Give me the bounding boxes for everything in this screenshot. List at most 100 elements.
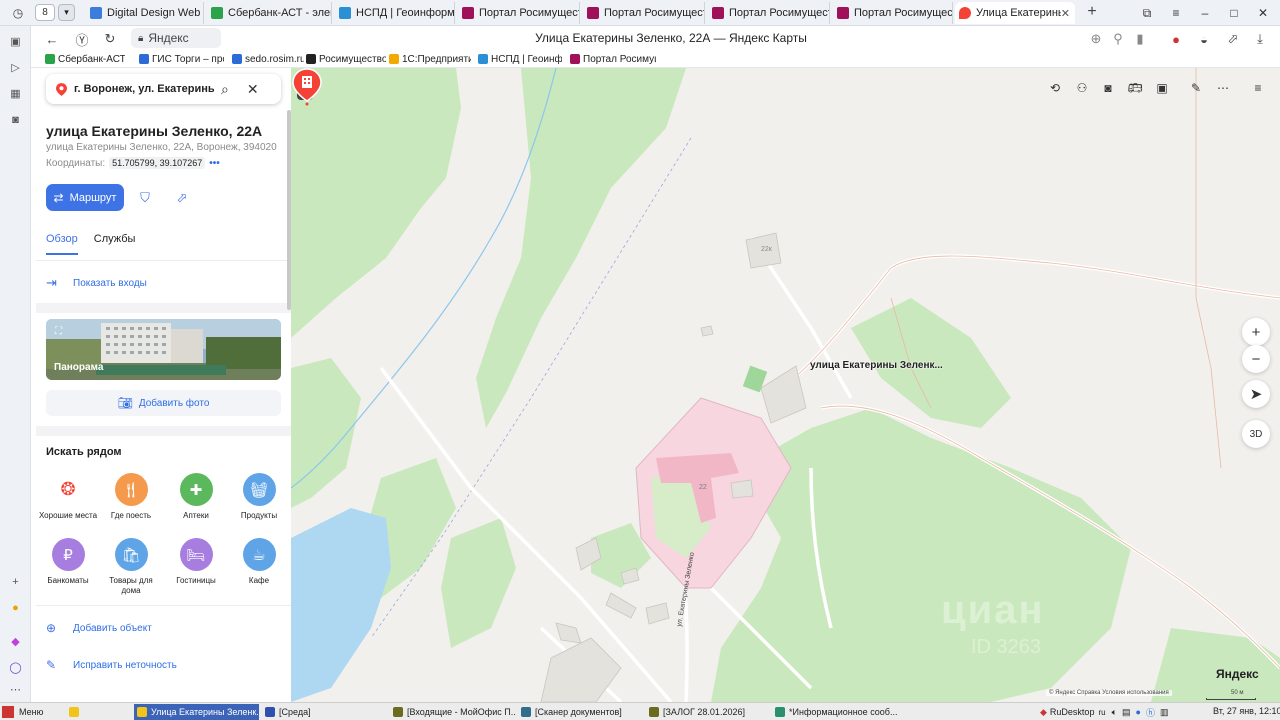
map-menu-icon[interactable]: ≡ [1247, 79, 1269, 97]
bookmark-manager-icon[interactable]: ⧉ [1136, 3, 1158, 23]
system-clock[interactable]: Вт, 27 янв, 12:10 [1213, 706, 1280, 716]
new-tab-plus-icon[interactable]: + [1083, 3, 1101, 21]
tab-overview[interactable]: Обзор [46, 233, 78, 255]
3d-toggle-button[interactable]: 3D [1242, 420, 1270, 448]
coordinates-value[interactable]: 51.705799, 39.107267 [109, 157, 206, 169]
category-hotels[interactable]: 🛏︎ Гостиницы [164, 538, 228, 586]
network-icon[interactable]: ▤ [1122, 707, 1131, 718]
tab-count-badge[interactable]: 8 [35, 4, 55, 21]
taskbar-item-maps[interactable]: Улица Екатерины Зеленк... [134, 704, 259, 720]
more-dots-icon[interactable]: ⋯ [6, 680, 25, 699]
maximize-icon[interactable]: □ [1223, 3, 1245, 23]
tab-digital-design[interactable]: Digital Design Web Clie [86, 2, 204, 24]
taskbar-item-info[interactable]: *Информационное сооб... [772, 704, 897, 720]
category-food[interactable]: 🍴︎ Где поесть [99, 473, 163, 521]
taskbar-item-inbox[interactable]: [Входящие - МойОфис П... [390, 704, 515, 720]
category-atm[interactable]: ₽ Банкоматы [36, 538, 100, 586]
tab-rosim-3[interactable]: Портал Росимущества [708, 2, 830, 24]
close-window-icon[interactable]: ✕ [1252, 3, 1274, 23]
search-icon[interactable]: ⌕ [221, 81, 229, 98]
tab-rosim-1[interactable]: Портал Росимущества [458, 2, 580, 24]
keyboard-layout[interactable]: ru [1098, 708, 1105, 717]
counter-icon[interactable]: ▦ [6, 84, 25, 103]
bookmark-nspd[interactable]: НСПД | Геоинфо [478, 52, 562, 66]
bookmark-portal[interactable]: Портал Росимущ [570, 52, 656, 66]
tray-label[interactable]: RuDesktop [1050, 707, 1095, 717]
bookmark-1c[interactable]: 1С:Предприятие [389, 52, 471, 66]
search-input[interactable] [74, 83, 214, 95]
translate-icon[interactable]: ⊕ [1087, 30, 1105, 48]
bookmark-gis-torgi[interactable]: ГИС Торги – прод [139, 52, 224, 66]
category-cafe[interactable]: ☕︎ Кафе [227, 538, 291, 586]
category-groceries[interactable]: 🧺︎ Продукты [227, 473, 291, 521]
address-bar[interactable]: 🔒︎ Яндекс [131, 28, 221, 48]
bookmark-sedo[interactable]: sedo.rosim.ru [232, 52, 304, 66]
ruler-icon[interactable]: ✎ [1185, 79, 1207, 97]
panorama-layer-icon[interactable]: ▣ [1151, 79, 1173, 97]
selected-place-label[interactable]: улица Екатерины Зеленк... [810, 360, 943, 371]
taskbar-browser-launcher[interactable] [66, 704, 86, 720]
bookmark-rosim[interactable]: Росимущество [306, 52, 386, 66]
bookmark-button[interactable]: ⛉ [131, 184, 159, 211]
my-location-button[interactable]: ➤ [1242, 380, 1270, 408]
category-pharmacy[interactable]: ✚ Аптеки [164, 473, 228, 521]
share-icon[interactable]: ⬀ [1224, 30, 1242, 48]
zoom-out-button[interactable]: − [1242, 345, 1270, 373]
profile-icon[interactable]: ● [1167, 30, 1185, 48]
download-icon[interactable]: ⤓ [1251, 30, 1269, 48]
selected-place-pin-icon[interactable] [291, 68, 323, 106]
transit-icon[interactable]: 🚌︎ [1124, 79, 1146, 97]
fix-error-link[interactable]: ✎ Исправить неточность [46, 658, 177, 672]
hp-icon[interactable]: ⓗ [1146, 706, 1155, 719]
messenger-icon[interactable]: ◆ [6, 632, 25, 651]
tab-nspd[interactable]: НСПД | Геоинформац [335, 2, 455, 24]
play-icon[interactable]: ▷ [6, 58, 25, 77]
reload-icon[interactable]: ↻ [101, 30, 119, 48]
taskbar-item-scanner[interactable]: [Сканер документов] [518, 704, 643, 720]
more-dots-icon[interactable]: ••• [209, 158, 220, 169]
location-icon[interactable]: ⚲ [1109, 30, 1127, 48]
more-tools-icon[interactable]: ⋯ [1212, 79, 1234, 97]
shield-icon[interactable]: ◒ [1195, 30, 1213, 48]
close-tab-icon[interactable]: ✕ [1061, 7, 1070, 20]
volume-icon[interactable]: 🔈︎ [1112, 707, 1117, 718]
minimize-icon[interactable]: – [1194, 3, 1216, 23]
menu-icon[interactable]: ≡ [1165, 3, 1187, 23]
route-button[interactable]: ⇄ Маршрут [46, 184, 124, 211]
tab-rosim-4[interactable]: Портал Росимущества [833, 2, 953, 24]
tab-services[interactable]: Службы [94, 233, 136, 255]
yandex-y-icon[interactable]: Ⓨ [73, 30, 91, 48]
map-footer-links[interactable]: © Яндекс Справка Условия использования [1046, 690, 1172, 696]
tab-sberbank-ast[interactable]: Сбербанк-АСТ - элект [207, 2, 332, 24]
tray-more-icon[interactable]: ▥ [1160, 707, 1169, 718]
tabs-dropdown-chevron-icon[interactable]: ▾ [58, 4, 75, 21]
tab-rosim-2[interactable]: Портал Росимущества [583, 2, 705, 24]
tab-yandex-maps-active[interactable]: Улица Екатерины Зе ✕ [955, 2, 1075, 24]
camera-icon[interactable]: ◙ [1097, 79, 1119, 97]
taskbar-item-zalog[interactable]: [ЗАЛОГ 28.01.2026] [646, 704, 771, 720]
clear-search-icon[interactable]: ✕ [247, 81, 259, 98]
back-arrow-icon[interactable]: ← [43, 30, 61, 48]
zoom-in-button[interactable]: + [1242, 318, 1270, 346]
category-home-goods[interactable]: 🛍︎ Товары для дома [99, 538, 163, 596]
panorama-photo[interactable]: ⛶ Панорама [46, 319, 281, 380]
collections-icon[interactable]: ▣ [6, 32, 25, 51]
taskbar-item-sreda[interactable]: [Среда] [262, 704, 387, 720]
layers-icon[interactable]: ⟲ [1044, 79, 1066, 97]
alice-icon[interactable]: ◯ [6, 658, 25, 677]
rudesktop-icon[interactable]: ◆ [1040, 707, 1047, 718]
category-good-places[interactable]: ❂ Хорошие места [36, 473, 100, 521]
skype-icon[interactable]: ● [1136, 707, 1141, 717]
traffic-icon[interactable]: ⚇ [1071, 79, 1093, 97]
add-photo-button[interactable]: 📷︎ Добавить фото [46, 390, 281, 416]
start-menu-button[interactable]: Меню [2, 704, 43, 720]
add-sidebar-icon[interactable]: + [6, 572, 25, 591]
map-canvas[interactable]: ◂ ⟲ ⚇ ◙ 🚌︎ ▣ ✎ ⋯ ≡ + − ➤ 3D 22к 22 ул. Е… [291, 68, 1280, 702]
bookmark-sberbank[interactable]: Сбербанк-АСТ - [45, 52, 125, 66]
bookmark-icon[interactable]: ▮ [1131, 30, 1149, 48]
ok-icon[interactable]: ● [6, 598, 25, 617]
share-button[interactable]: ⬀ [168, 184, 196, 211]
add-object-link[interactable]: ⊕ Добавить объект [46, 621, 152, 635]
history-icon[interactable]: ◷ [8, 3, 28, 23]
screenshot-icon[interactable]: ◙ [6, 110, 25, 129]
